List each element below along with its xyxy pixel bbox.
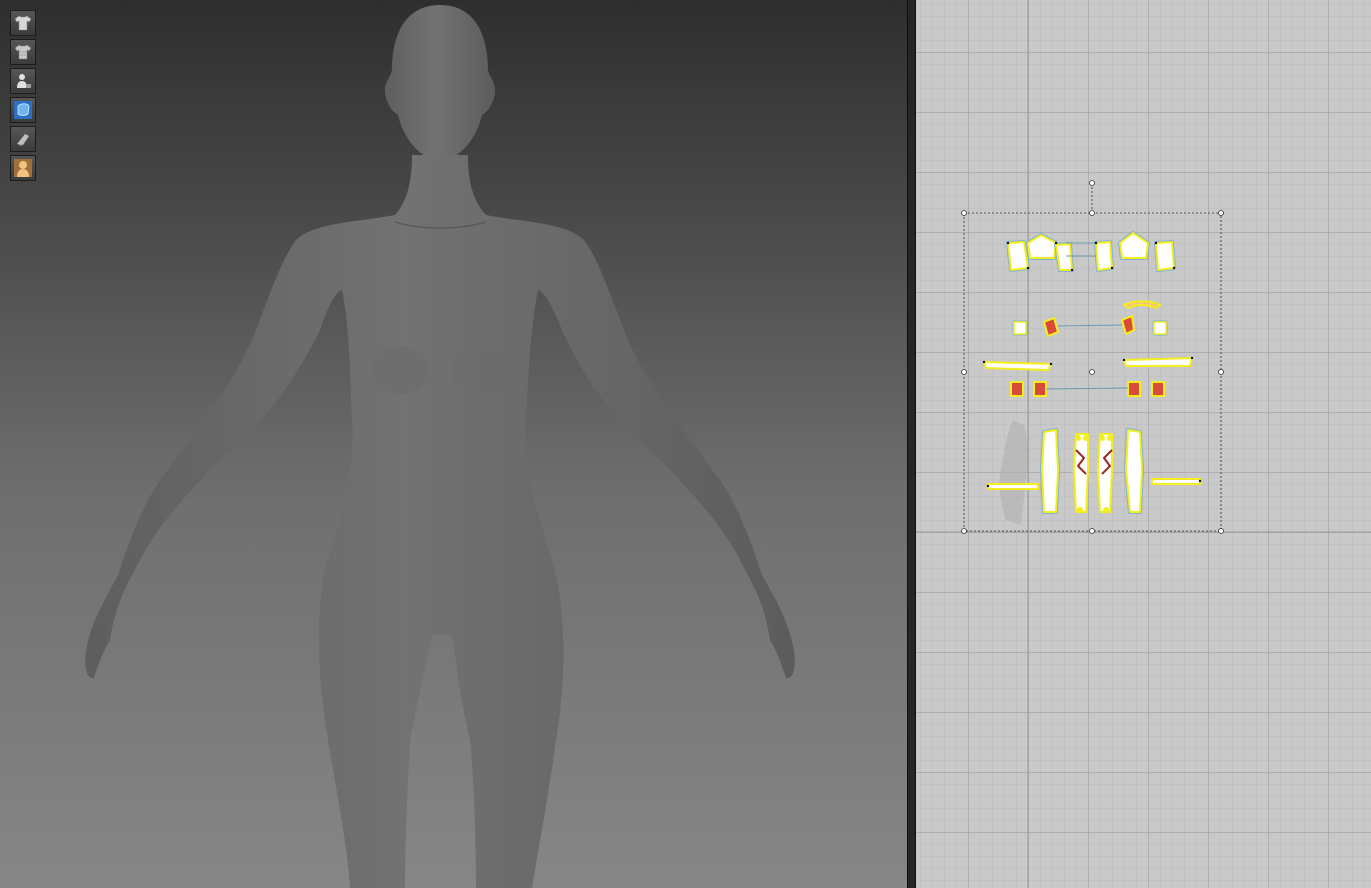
pattern-piece-belt-loop-right [1151, 478, 1201, 485]
pattern-piece-pocket-1 [1010, 381, 1024, 397]
garment-mesh-icon [17, 134, 29, 146]
bbox-handle-ml [961, 369, 967, 375]
show-avatar-button[interactable] [10, 68, 36, 94]
garment-solid-blue-icon [14, 101, 32, 119]
pattern-piece-pocket-4 [1151, 381, 1165, 397]
pattern-piece-pocket-3 [1127, 381, 1141, 397]
garment-mesh-button[interactable] [10, 126, 36, 152]
2d-pattern-viewport[interactable] [916, 0, 1371, 888]
3d-toolbar [10, 10, 36, 181]
pattern-piece-bodice-5 [1118, 231, 1150, 260]
bbox-handle-bl [961, 528, 967, 534]
pattern-piece-waistband-right [1123, 357, 1193, 367]
pattern-piece-cuff-left [1012, 320, 1028, 336]
pattern-piece-bodice-2 [1026, 233, 1058, 260]
pattern-piece-dart-left [1043, 317, 1059, 337]
bbox-handle-tm [1089, 210, 1095, 216]
pattern-piece-bodice-3 [1054, 242, 1074, 272]
avatar-skin-button[interactable] [10, 155, 36, 181]
avatar-3d[interactable] [0, 0, 907, 888]
pattern-piece-cuff-right [1152, 320, 1168, 336]
bbox-handle-tl [961, 210, 967, 216]
application-window [0, 0, 1371, 888]
avatar-head [384, 5, 496, 162]
pattern-piece-pant-front-left [1040, 428, 1060, 514]
pattern-piece-pocket-2 [1033, 381, 1047, 397]
rotate-handle [1089, 180, 1095, 186]
bbox-handle-mr [1218, 369, 1224, 375]
garment-texture-button[interactable] [10, 39, 36, 65]
pattern-piece-bodice-1 [1006, 240, 1030, 272]
pattern-piece-dart-right [1121, 315, 1135, 335]
pattern-piece-pant-front-right [1124, 428, 1144, 514]
avatar-display-icon [17, 74, 31, 88]
pattern-piece-bodice-4 [1094, 240, 1114, 272]
3d-viewport[interactable] [0, 0, 907, 888]
pattern-piece-waistband-left [983, 361, 1052, 371]
pattern-piece-belt-loop-left [987, 483, 1039, 490]
garment-shirt-icon [14, 15, 32, 31]
pattern-piece-bodice-6 [1154, 240, 1176, 272]
garment-shirt-texture-icon [14, 44, 32, 60]
bbox-handle-tr [1218, 210, 1224, 216]
bbox-handle-bm [1089, 528, 1095, 534]
window-splitter[interactable] [907, 0, 916, 888]
avatar-body [85, 155, 795, 888]
show-garment-button[interactable] [10, 10, 36, 36]
pattern-piece-pant-back-right [1097, 433, 1113, 513]
avatar-silhouette-2d [999, 420, 1028, 525]
garment-solid-button[interactable] [10, 97, 36, 123]
bbox-handle-br [1218, 528, 1224, 534]
avatar-skin-icon [14, 159, 32, 177]
pattern-piece-collar [1123, 300, 1161, 309]
pattern-canvas[interactable] [916, 0, 1371, 888]
bbox-handle-center [1089, 369, 1095, 375]
